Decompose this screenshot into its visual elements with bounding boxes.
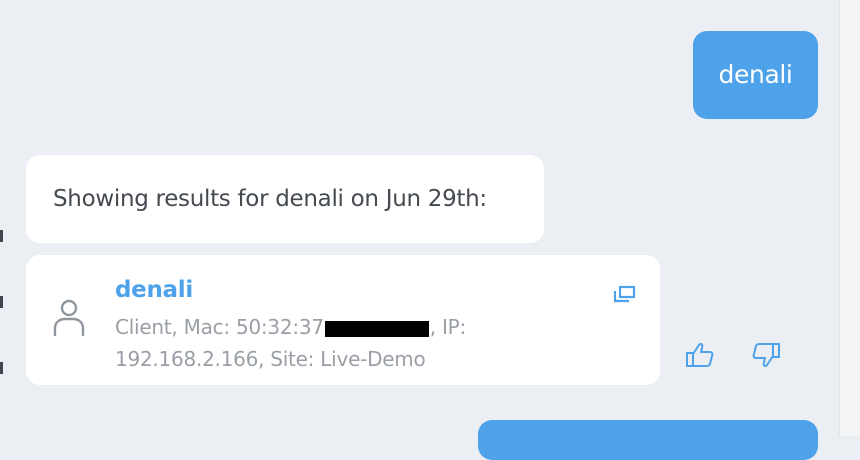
left-edge-marks bbox=[0, 0, 4, 436]
next-user-message-bubble bbox=[478, 420, 818, 460]
result-title-link[interactable]: denali bbox=[115, 275, 193, 305]
result-details: Client, Mac: 50:32:37 , IP: 192.168.2.166… bbox=[115, 311, 585, 375]
chat-scroll-rail bbox=[839, 0, 860, 436]
open-in-new-window-icon[interactable] bbox=[612, 284, 636, 304]
redaction-bar bbox=[324, 320, 429, 337]
thumbs-down-icon[interactable] bbox=[750, 339, 782, 371]
search-result-card[interactable]: denali Client, Mac: 50:32:37 , IP: 192.16… bbox=[26, 255, 660, 385]
thumbs-up-icon[interactable] bbox=[684, 339, 716, 371]
left-edge-mark bbox=[0, 230, 3, 242]
result-details-site: 192.168.2.166, Site: Live-Demo bbox=[115, 347, 426, 371]
user-message-bubble: denali bbox=[693, 31, 818, 119]
left-edge-mark bbox=[0, 362, 3, 374]
result-details-ip-label: , IP: bbox=[429, 315, 466, 339]
assistant-message-bubble: Showing results for denali on Jun 29th: bbox=[26, 155, 544, 243]
left-edge-mark bbox=[0, 296, 3, 308]
person-icon bbox=[50, 297, 88, 337]
result-details-mac: Client, Mac: 50:32:37 bbox=[115, 315, 324, 339]
